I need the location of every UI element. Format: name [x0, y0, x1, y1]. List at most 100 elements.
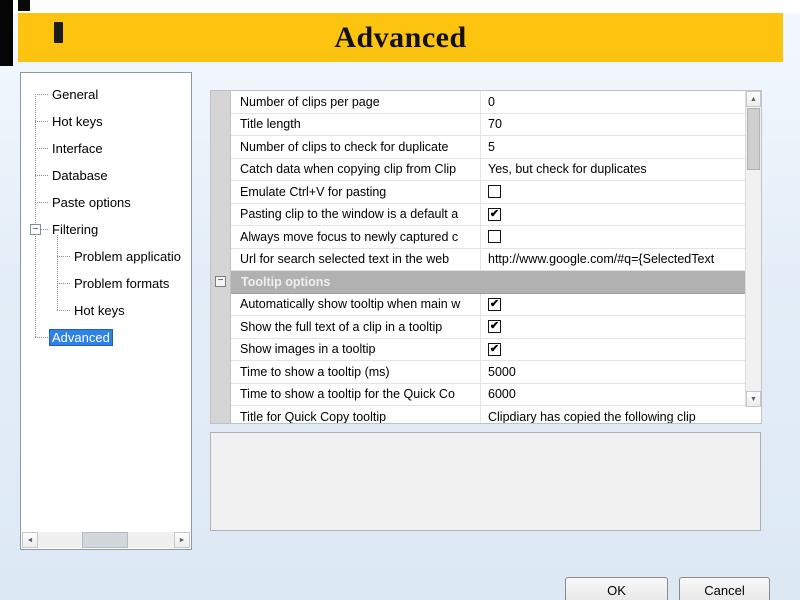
- tree-horizontal-scrollbar[interactable]: ◄ ►: [22, 532, 190, 548]
- property-value[interactable]: ✔: [481, 316, 745, 338]
- settings-tree-panel: General Hot keys Interface Database Paste op…: [20, 72, 192, 550]
- property-name[interactable]: Automatically show tooltip when main w: [231, 293, 481, 315]
- property-row-title-for-quick-copy-tooltip: Title for Quick Copy tooltip Clipdiary ha…: [231, 406, 745, 423]
- checkbox-checked[interactable]: ✔: [488, 207, 501, 221]
- description-panel: [210, 432, 761, 531]
- property-value[interactable]: ✔: [481, 204, 745, 226]
- right-arrow-icon: ►: [178, 536, 186, 544]
- scrollbar-track[interactable]: [38, 532, 174, 548]
- property-row-time-to-show-a-tooltip-ms: Time to show a tooltip (ms) 5000: [231, 361, 745, 384]
- property-name[interactable]: Always move focus to newly captured c: [231, 226, 481, 248]
- checkbox-checked[interactable]: ✔: [488, 297, 501, 311]
- scrollbar-thumb[interactable]: [747, 108, 760, 170]
- scroll-up-button[interactable]: ▲: [746, 91, 761, 107]
- property-name[interactable]: Catch data when copying clip from Clip: [231, 158, 481, 180]
- sidebar-item-interface[interactable]: Interface: [21, 135, 191, 162]
- property-grid-rows: Number of clips per page 0 Title length 70 N…: [231, 91, 745, 423]
- property-row-show-the-full-text-of-a-clip-in-a-tooltip: Show the full text of a clip in a toolti…: [231, 316, 745, 339]
- checkbox-unchecked[interactable]: [488, 230, 501, 244]
- sidebar-item-label: Hot keys: [74, 303, 125, 318]
- property-value[interactable]: 0: [481, 91, 745, 113]
- top-strip: [0, 0, 800, 13]
- sidebar-item-problem-applicatio[interactable]: Problem applicatio: [21, 243, 191, 270]
- sidebar-item-label: Database: [52, 168, 108, 183]
- scroll-down-button[interactable]: ▼: [746, 391, 761, 407]
- sidebar-item-problem-formats[interactable]: Problem formats: [21, 270, 191, 297]
- property-row-always-move-focus-to-newly-captured-c: Always move focus to newly captured c: [231, 226, 745, 249]
- property-name[interactable]: Number of clips per page: [231, 91, 481, 113]
- property-name[interactable]: Show the full text of a clip in a toolti…: [231, 316, 481, 338]
- settings-tree: General Hot keys Interface Database Paste op…: [21, 81, 191, 351]
- ok-button[interactable]: OK: [565, 577, 668, 600]
- property-value[interactable]: 5: [481, 136, 745, 158]
- property-value[interactable]: Yes, but check for duplicates: [481, 159, 745, 181]
- screen-artifact: [54, 22, 63, 43]
- property-row-time-to-show-a-tooltip-for-the-quick-co: Time to show a tooltip for the Quick Co 6…: [231, 383, 745, 406]
- property-name[interactable]: Time to show a tooltip (ms): [231, 361, 481, 383]
- property-name[interactable]: Number of clips to check for duplicate: [231, 136, 481, 158]
- collapse-icon[interactable]: −: [215, 276, 226, 287]
- property-row-pasting-clip-to-the-window-is-a-default-a: Pasting clip to the window is a default …: [231, 203, 745, 226]
- grid-vertical-scrollbar[interactable]: ▲ ▼: [745, 91, 761, 407]
- sidebar-item-label: Problem formats: [74, 276, 170, 291]
- sidebar-item-hot-keys[interactable]: Hot keys: [21, 108, 191, 135]
- sidebar-item-advanced[interactable]: Advanced: [21, 324, 191, 351]
- checkbox-checked[interactable]: ✔: [488, 342, 501, 356]
- left-arrow-icon: ◄: [26, 536, 34, 544]
- screen-artifact: [0, 0, 13, 66]
- property-value[interactable]: 6000: [481, 384, 745, 406]
- collapse-icon[interactable]: −: [30, 224, 41, 235]
- sidebar-item-label: Paste options: [52, 195, 131, 210]
- advanced-options-window: Advanced General Hot keys Interface Databas…: [0, 0, 800, 600]
- sidebar-item-filtering[interactable]: − Filtering: [21, 216, 191, 243]
- checkbox-checked[interactable]: ✔: [488, 320, 501, 334]
- cancel-button[interactable]: Cancel: [679, 577, 770, 600]
- property-value[interactable]: Clipdiary has copied the following clip: [481, 406, 745, 423]
- property-row-automatically-show-tooltip-when-main-w: Automatically show tooltip when main w ✔: [231, 293, 745, 316]
- checkbox-unchecked[interactable]: [488, 185, 501, 199]
- sidebar-item-label: Advanced: [49, 329, 113, 346]
- property-name[interactable]: Emulate Ctrl+V for pasting: [231, 181, 481, 203]
- property-value[interactable]: ✔: [481, 339, 745, 361]
- scroll-left-button[interactable]: ◄: [22, 532, 38, 548]
- property-name[interactable]: Url for search selected text in the web: [231, 248, 481, 270]
- sidebar-item-label: Hot keys: [52, 114, 103, 129]
- sidebar-item-general[interactable]: General: [21, 81, 191, 108]
- up-arrow-icon: ▲: [750, 95, 757, 103]
- property-row-show-images-in-a-tooltip: Show images in a tooltip ✔: [231, 338, 745, 361]
- property-value[interactable]: 70: [481, 114, 745, 136]
- down-arrow-icon: ▼: [750, 395, 757, 403]
- scrollbar-thumb[interactable]: [81, 532, 128, 548]
- property-name[interactable]: Time to show a tooltip for the Quick Co: [231, 383, 481, 405]
- property-value[interactable]: http://www.google.com/#q={SelectedText: [481, 249, 745, 271]
- screen-artifact: [18, 0, 30, 11]
- title-banner: Advanced: [18, 13, 783, 62]
- property-name[interactable]: Title for Quick Copy tooltip: [231, 406, 481, 423]
- page-title: Advanced: [334, 20, 467, 54]
- sidebar-item-database[interactable]: Database: [21, 162, 191, 189]
- property-row-emulate-ctrl-v-for-pasting: Emulate Ctrl+V for pasting: [231, 181, 745, 204]
- sidebar-item-label: Filtering: [52, 222, 99, 237]
- property-row-number-of-clips-per-page: Number of clips per page 0: [231, 91, 745, 114]
- property-name[interactable]: Title length: [231, 113, 481, 135]
- sidebar-item-label: General: [52, 87, 99, 102]
- property-name[interactable]: Pasting clip to the window is a default …: [231, 203, 481, 225]
- sidebar-item-hot-keys[interactable]: Hot keys: [21, 297, 191, 324]
- group-label: Tooltip options: [241, 274, 331, 289]
- sidebar-item-label: Interface: [52, 141, 103, 156]
- scroll-right-button[interactable]: ►: [174, 532, 190, 548]
- property-value[interactable]: [481, 181, 745, 203]
- property-row-title-length: Title length 70: [231, 113, 745, 136]
- property-value[interactable]: [481, 226, 745, 248]
- property-grid-gutter: [211, 91, 231, 423]
- sidebar-item-paste-options[interactable]: Paste options: [21, 189, 191, 216]
- property-value[interactable]: ✔: [481, 294, 745, 316]
- property-grid: − Number of clips per page 0 Title length 7…: [210, 90, 762, 424]
- sidebar-item-label: Problem applicatio: [74, 249, 181, 264]
- property-value[interactable]: 5000: [481, 361, 745, 383]
- property-name[interactable]: Show images in a tooltip: [231, 338, 481, 360]
- property-row-url-for-search-selected-text-in-the-web: Url for search selected text in the web h…: [231, 248, 745, 271]
- group-row-tooltip-options[interactable]: Tooltip options: [231, 271, 745, 294]
- property-row-number-of-clips-to-check-for-duplicate: Number of clips to check for duplicate 5: [231, 136, 745, 159]
- property-row-catch-data-when-copying-clip-from-clip: Catch data when copying clip from Clip Ye…: [231, 158, 745, 181]
